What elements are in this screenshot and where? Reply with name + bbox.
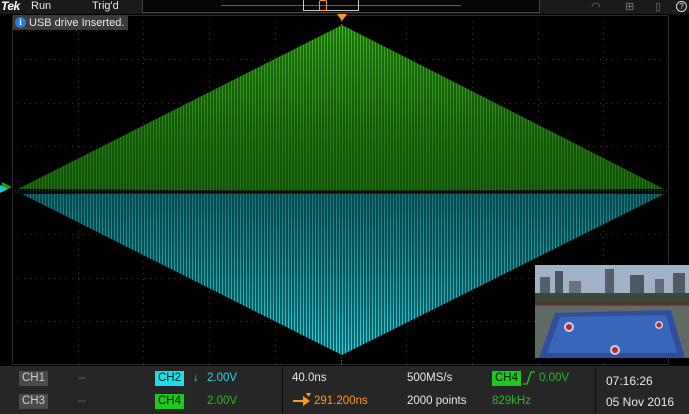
divider xyxy=(282,366,283,414)
time-per-division[interactable]: 40.0ns xyxy=(292,372,327,384)
trigger-status: Trig'd xyxy=(92,0,119,12)
ch4-envelope-shade xyxy=(18,25,664,191)
network-icon[interactable]: ⊞ xyxy=(625,0,634,13)
info-icon: i xyxy=(15,17,26,28)
ch3-button[interactable]: CH3 xyxy=(19,394,49,409)
rising-edge-icon xyxy=(523,371,535,385)
channel-level-markers[interactable] xyxy=(0,180,14,194)
run-stop-status[interactable]: Run xyxy=(31,0,51,12)
trigger-position-marker[interactable] xyxy=(319,0,327,11)
notification-text: USB drive Inserted. xyxy=(29,16,125,29)
record-window-indicator[interactable] xyxy=(303,0,359,11)
wifi-icon[interactable]: ◠ xyxy=(591,0,601,13)
usb-notification[interactable]: i USB drive Inserted. xyxy=(13,15,129,30)
clock-date[interactable]: 05 Nov 2016 xyxy=(606,395,674,409)
help-icon[interactable]: ? xyxy=(676,1,687,12)
bottom-readout-bar: CH1 -- CH3 -- CH2 ↓ 2.00V CH4 2.00V 40.0… xyxy=(0,366,689,414)
ch2-coupling-icon: ↓ xyxy=(193,372,199,384)
delay-arrow-icon xyxy=(293,393,311,406)
ch2-button[interactable]: CH2 xyxy=(155,371,185,386)
ch3-readout: -- xyxy=(78,395,86,407)
clock-time[interactable]: 07:16:26 xyxy=(606,374,653,388)
trigger-frequency: 829kHz xyxy=(492,395,531,407)
sample-rate[interactable]: 500MS/s xyxy=(407,372,452,384)
trigger-source[interactable]: CH4 xyxy=(492,371,522,386)
top-status-bar: Tek Run Trig'd ◠ ⊞ ▯ ? xyxy=(0,0,689,14)
ch4-scale[interactable]: 2.00V xyxy=(207,395,237,407)
ch1-button[interactable]: CH1 xyxy=(19,371,49,386)
usb-drive-icon[interactable]: ▯ xyxy=(655,0,661,13)
top-right-icons: ◠ ⊞ ▯ ? xyxy=(559,0,689,14)
record-length[interactable]: 2000 points xyxy=(407,395,466,407)
trigger-level[interactable]: 0.00V xyxy=(539,372,569,384)
divider xyxy=(595,366,596,414)
horizontal-delay[interactable]: 291.200ns xyxy=(314,395,368,407)
tek-logo: Tek xyxy=(1,0,20,13)
ch2-scale[interactable]: 2.00V xyxy=(207,372,237,384)
stadium-photo xyxy=(535,265,689,358)
stadium-photo-inset xyxy=(535,265,689,358)
trigger-point-marker[interactable] xyxy=(337,14,347,22)
ch4-button[interactable]: CH4 xyxy=(155,394,185,409)
record-view-bar[interactable] xyxy=(142,0,540,13)
ch1-readout: -- xyxy=(78,372,86,384)
